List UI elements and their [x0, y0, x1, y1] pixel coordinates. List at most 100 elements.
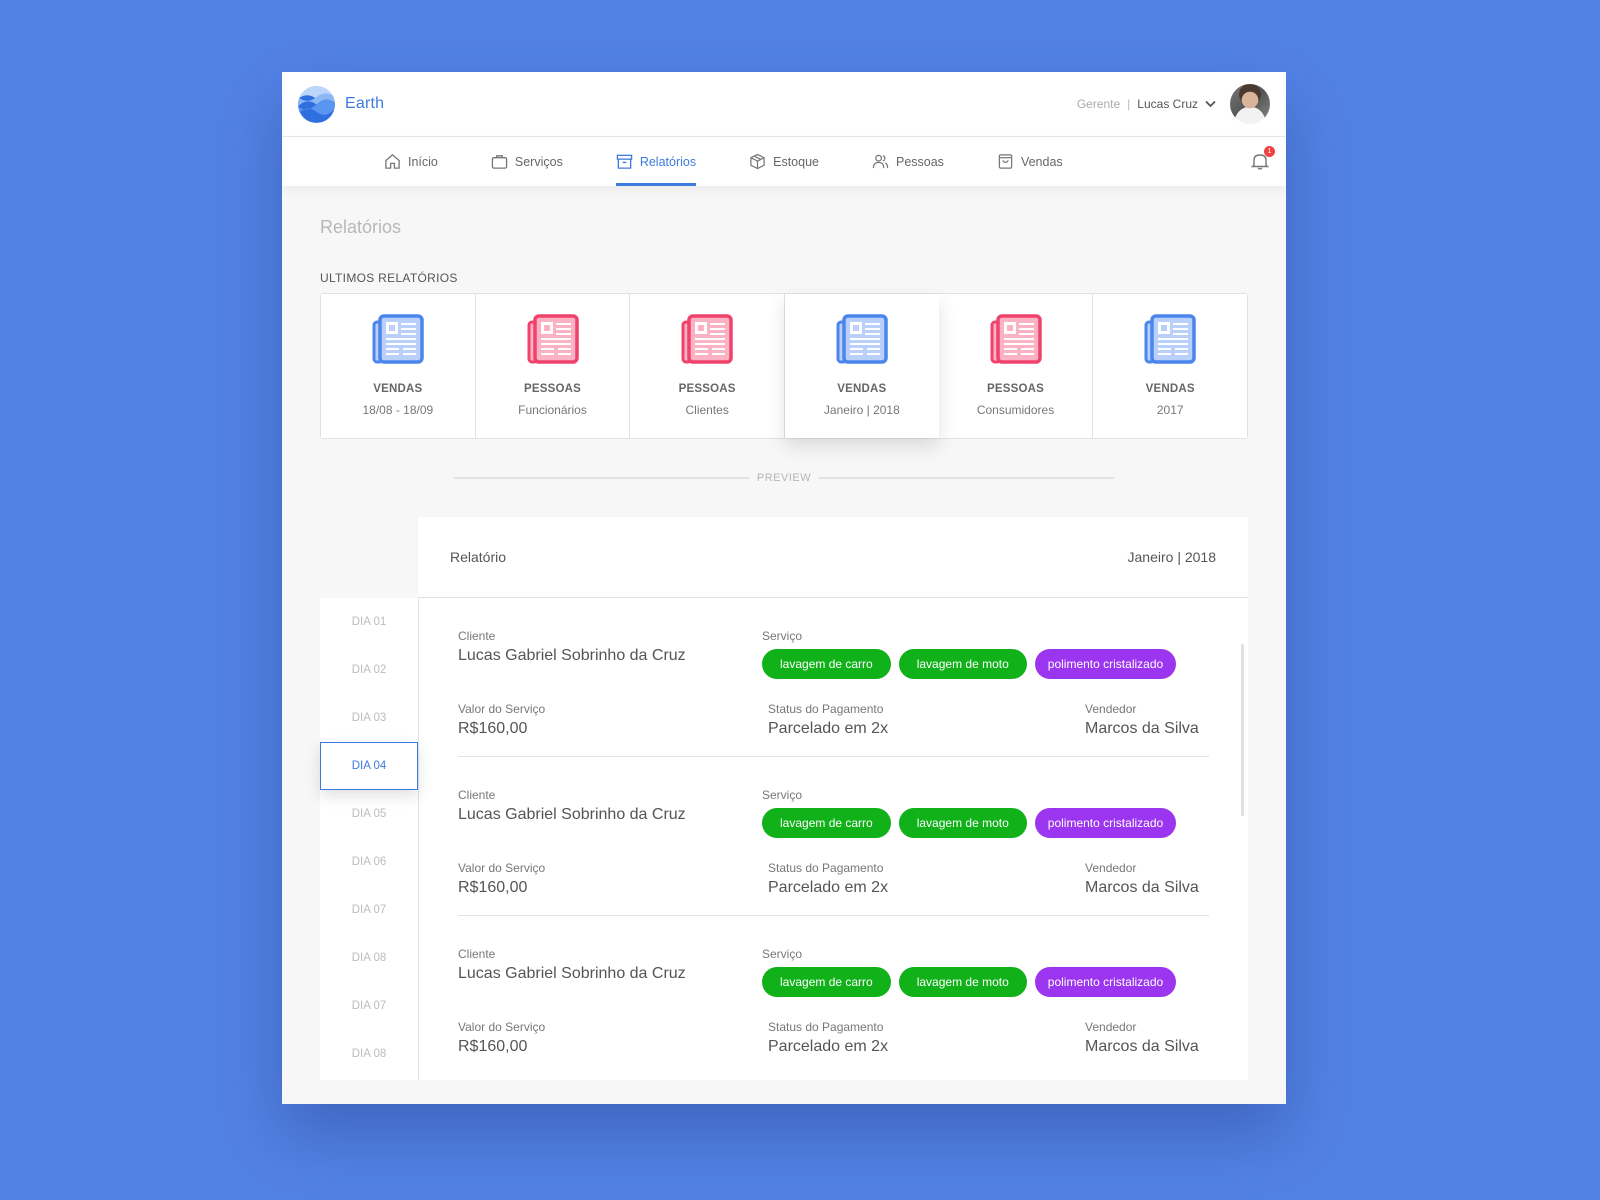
seller-label: Vendedor [1085, 1020, 1137, 1034]
divider-line [819, 477, 1115, 479]
report-type: PESSOAS [524, 383, 582, 395]
notification-badge: 1 [1264, 146, 1275, 157]
chevron-down-icon[interactable] [1205, 97, 1216, 111]
client-name: Lucas Gabriel Sobrinho da Cruz [458, 647, 686, 664]
report-date: Janeiro | 2018 [1127, 549, 1216, 565]
report-subtitle: Clientes [685, 403, 729, 417]
service-chip: polimento cristalizado [1034, 649, 1177, 679]
report-card[interactable]: PESSOAS Funcionários [475, 294, 631, 438]
day-item[interactable]: DIA 05 [320, 790, 418, 838]
newspaper-icon [1144, 314, 1196, 366]
report-card[interactable]: VENDAS 2017 [1093, 294, 1248, 438]
payment-status: Parcelado em 2x [768, 879, 889, 896]
nav-item-relatorios[interactable]: Relatórios [615, 137, 697, 186]
payment-status: Parcelado em 2x [768, 1038, 889, 1055]
home-icon [385, 154, 400, 169]
report-title: Relatório [450, 549, 507, 565]
service-chip: lavagem de carro [762, 808, 891, 838]
page-title: Relatórios [320, 217, 402, 237]
divider-line [454, 477, 749, 479]
avatar[interactable] [1230, 84, 1270, 124]
client-label: Cliente [458, 788, 496, 802]
day-item[interactable]: DIA 08 [320, 1030, 418, 1078]
payment-status-label: Status do Pagamento [768, 1020, 884, 1034]
day-item[interactable]: DIA 01 [320, 598, 418, 646]
service-label: Serviço [762, 788, 803, 802]
report-card[interactable]: VENDAS 18/08 - 18/09 [321, 294, 476, 438]
user-menu[interactable]: Gerente | Lucas Cruz [1077, 84, 1270, 124]
service-chip: lavagem de carro [762, 649, 891, 679]
app-name: Earth [345, 95, 385, 112]
nav-label: Pessoas [895, 154, 944, 169]
day-item[interactable]: DIA 07 [320, 886, 418, 934]
user-separator: | [1127, 97, 1131, 111]
payment-status-label: Status do Pagamento [768, 861, 884, 875]
report-type: PESSOAS [678, 383, 736, 395]
day-item[interactable]: DIA 04 [320, 742, 418, 790]
seller-name: Marcos da Silva [1085, 1038, 1199, 1055]
day-item[interactable]: DIA 06 [320, 838, 418, 886]
service-chip: polimento cristalizado [1034, 967, 1177, 997]
value-label: Valor do Serviço [458, 702, 546, 716]
report-type: VENDAS [837, 383, 887, 395]
client-label: Cliente [458, 947, 496, 961]
report-card[interactable]: PESSOAS Consumidores [938, 294, 1094, 438]
newspaper-icon [990, 314, 1042, 366]
nav-label: Serviços [514, 154, 563, 169]
archive-box-icon [616, 154, 633, 169]
nav-item-vendas[interactable]: Vendas [997, 137, 1063, 186]
report-entry: Cliente Lucas Gabriel Sobrinho da Cruz S… [458, 916, 1209, 1075]
client-name: Lucas Gabriel Sobrinho da Cruz [458, 965, 686, 982]
briefcase-icon [491, 155, 508, 169]
report-card[interactable]: VENDAS Janeiro | 2018 [785, 294, 939, 438]
recent-reports: VENDAS 18/08 - 18/09 PESSOAS Funcionário… [320, 293, 1248, 439]
newspaper-icon [372, 314, 424, 366]
report-preview: Relatório Janeiro | 2018 Cliente Lucas G… [418, 517, 1248, 1080]
nav-label: Vendas [1020, 154, 1063, 169]
day-item[interactable]: DIA 03 [320, 694, 418, 742]
newspaper-icon [836, 314, 888, 366]
report-entries: Cliente Lucas Gabriel Sobrinho da Cruz S… [418, 598, 1248, 1080]
nav-item-estoque[interactable]: Estoque [749, 137, 819, 186]
seller-label: Vendedor [1085, 861, 1137, 875]
report-subtitle: Consumidores [976, 403, 1055, 417]
day-list: DIA 01 DIA 02 DIA 03 DIA 04 DIA 05 DIA 06 DIA … [320, 598, 418, 1080]
app-window: Earth Gerente | Lucas Cruz Início Serviç… [282, 72, 1286, 1104]
client-label: Cliente [458, 629, 496, 643]
day-item[interactable]: DIA 08 [320, 934, 418, 982]
logo[interactable]: Earth [298, 85, 385, 123]
scrollbar[interactable] [1241, 644, 1244, 816]
nav-label: Estoque [773, 154, 819, 169]
service-chips: lavagem de carro lavagem de moto polimento… [762, 649, 1177, 679]
shopping-bag-icon [998, 154, 1013, 169]
nav-label: Início [408, 154, 438, 169]
nav-item-pessoas[interactable]: Pessoas [872, 137, 944, 186]
newspaper-icon [527, 314, 579, 366]
nav-item-servicos[interactable]: Serviços [491, 137, 563, 186]
package-icon [750, 153, 765, 170]
report-type: VENDAS [373, 383, 423, 395]
report-card[interactable]: PESSOAS Clientes [630, 294, 786, 438]
payment-status: Parcelado em 2x [768, 720, 889, 737]
section-label: ULTIMOS RELATÓRIOS [320, 271, 458, 285]
seller-name: Marcos da Silva [1085, 879, 1199, 896]
value-label: Valor do Serviço [458, 1020, 546, 1034]
service-chip: polimento cristalizado [1034, 808, 1177, 838]
service-value: R$160,00 [458, 879, 528, 896]
report-subtitle: 2017 [1156, 403, 1184, 417]
preview-divider: PREVIEW [454, 470, 1115, 486]
people-icon [872, 154, 889, 169]
service-value: R$160,00 [458, 1038, 528, 1055]
notifications-button[interactable]: 1 [1250, 146, 1275, 171]
day-item[interactable]: DIA 02 [320, 646, 418, 694]
report-subtitle: 18/08 - 18/09 [362, 403, 434, 417]
report-entry: Cliente Lucas Gabriel Sobrinho da Cruz S… [458, 598, 1209, 757]
service-chip: lavagem de moto [898, 808, 1027, 838]
report-type: PESSOAS [987, 383, 1045, 395]
report-subtitle: Funcionários [518, 403, 587, 417]
day-item[interactable]: DIA 07 [320, 982, 418, 1030]
service-label: Serviço [762, 629, 803, 643]
nav-item-inicio[interactable]: Início [384, 137, 438, 186]
service-chips: lavagem de carro lavagem de moto polimento… [762, 967, 1177, 997]
main-nav: Início Serviços Relatórios Estoque Pesso… [282, 137, 1286, 186]
